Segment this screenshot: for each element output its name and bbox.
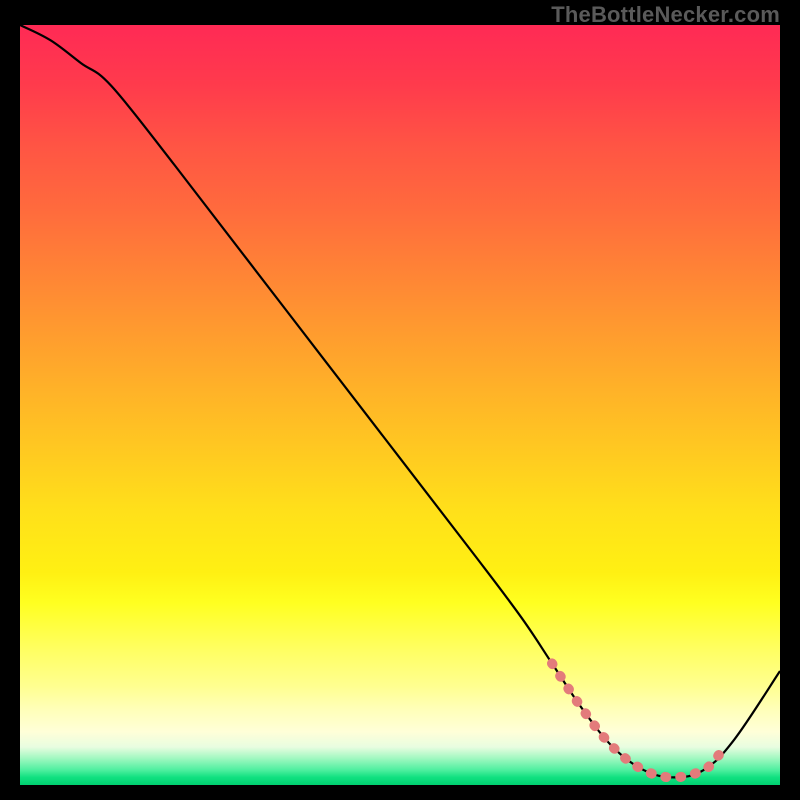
chart-svg [20,25,780,785]
plot-area [20,25,780,785]
chart-container: TheBottleNecker.com [0,0,800,800]
good-zone-highlight-line [552,663,719,777]
bottleneck-curve-line [20,25,780,777]
